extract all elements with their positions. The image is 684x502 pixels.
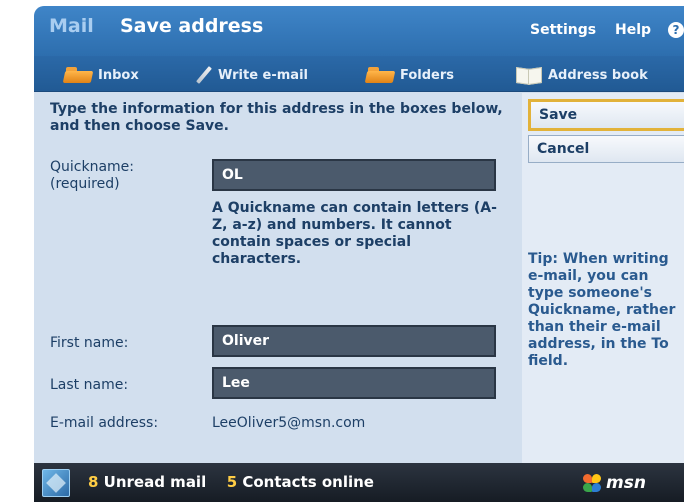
nav-folders-label: Folders xyxy=(400,67,455,83)
nav-write-email-label: Write e-mail xyxy=(218,67,308,83)
nav-address-book-label: Address book xyxy=(548,67,648,83)
nav-inbox[interactable]: Inbox xyxy=(64,64,139,86)
unread-count: 8 xyxy=(88,473,99,491)
status-bar: 8 Unread mail 5 Contacts online msn xyxy=(34,463,684,502)
cancel-button[interactable]: Cancel xyxy=(528,135,684,163)
contacts-label[interactable]: Contacts online xyxy=(242,473,374,491)
intro-text-bold: Save xyxy=(185,118,224,134)
nav-inbox-label: Inbox xyxy=(98,67,139,83)
page-title: Save address xyxy=(120,15,264,37)
intro-text-body: Type the information for this address in… xyxy=(50,101,503,134)
quickname-field[interactable]: OL xyxy=(212,159,496,191)
first-name-label: First name: xyxy=(50,335,129,351)
quickname-required-label: (required) xyxy=(50,176,120,192)
pen-icon xyxy=(194,66,212,84)
unread-label[interactable]: Unread mail xyxy=(104,473,207,491)
status-text: 8 Unread mail 5 Contacts online xyxy=(88,473,374,491)
save-button[interactable]: Save xyxy=(528,99,684,131)
msn-tv-screen: Mail Save address Settings Help ? Inbox … xyxy=(34,6,684,502)
contacts-count: 5 xyxy=(226,473,238,491)
quickname-help-text: A Quickname can contain letters (A-Z, a-… xyxy=(212,200,497,267)
quickname-label: Quickname: xyxy=(50,159,135,175)
email-address-value: LeeOliver5@msn.com xyxy=(212,415,366,431)
msn-butterfly-icon xyxy=(582,474,602,492)
address-form: Type the information for this address in… xyxy=(34,93,522,463)
folder-icon xyxy=(64,67,92,83)
app-name: Mail xyxy=(49,15,94,37)
folder-icon xyxy=(366,67,394,83)
nav-write-email[interactable]: Write e-mail xyxy=(194,64,308,86)
msn-brand-text: msn xyxy=(606,473,646,493)
intro-text-end: . xyxy=(223,118,229,134)
header-bar: Mail Save address Settings Help ? xyxy=(34,6,684,56)
help-icon[interactable]: ? xyxy=(668,22,684,38)
settings-link[interactable]: Settings xyxy=(530,22,596,38)
help-link[interactable]: Help xyxy=(615,22,651,38)
quickname-tip: Tip: When writing e-mail, you can type s… xyxy=(528,251,676,369)
first-name-field[interactable]: Oliver xyxy=(212,325,496,357)
nav-address-book[interactable]: Address book xyxy=(516,64,648,86)
intro-text: Type the information for this address in… xyxy=(50,101,520,135)
last-name-label: Last name: xyxy=(50,377,129,393)
email-address-label: E-mail address: xyxy=(50,415,159,431)
nav-folders[interactable]: Folders xyxy=(366,64,454,86)
home-icon[interactable] xyxy=(42,469,70,497)
nav-bar: Inbox Write e-mail Folders Address book xyxy=(34,56,684,92)
tv-frame: Mail Save address Settings Help ? Inbox … xyxy=(0,0,684,502)
last-name-field[interactable]: Lee xyxy=(212,367,496,399)
address-book-icon xyxy=(516,66,542,84)
action-panel: Save Cancel Tip: When writing e-mail, yo… xyxy=(522,93,684,463)
msn-logo: msn xyxy=(582,471,646,495)
